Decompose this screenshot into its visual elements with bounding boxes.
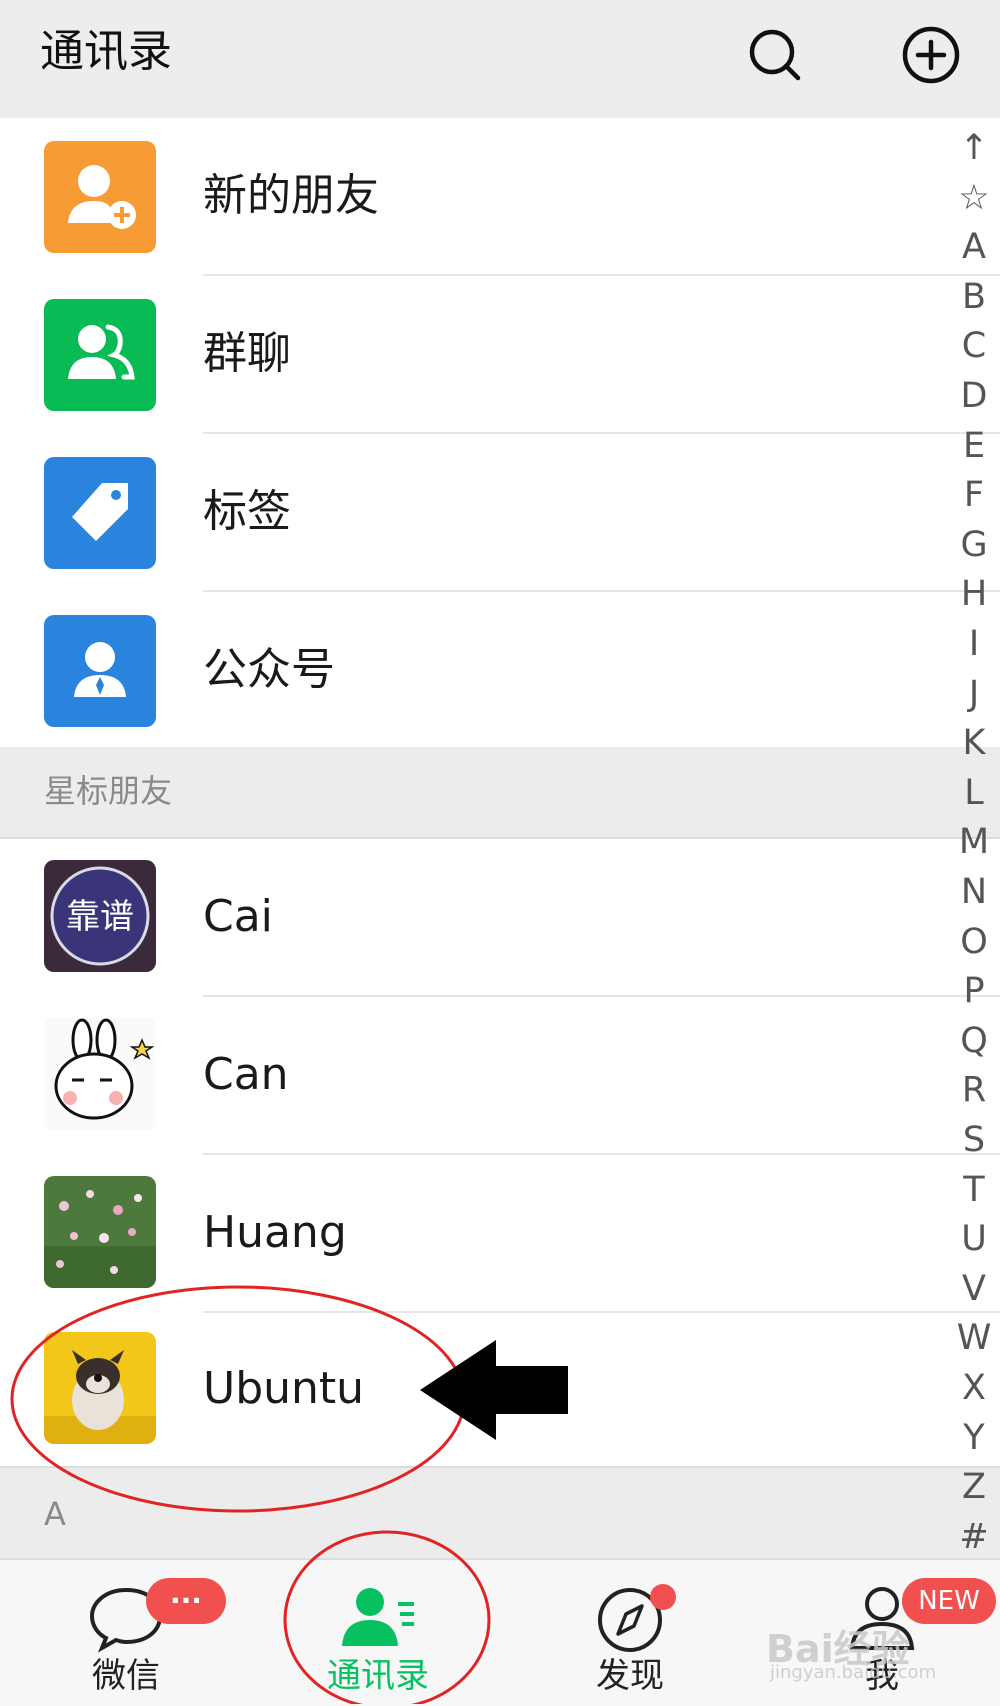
official-account-icon [44,615,156,727]
index-letter[interactable]: ☆ [954,178,994,218]
index-letter[interactable]: # [954,1517,994,1557]
discover-dot [650,1584,676,1610]
index-letter[interactable]: I [954,624,994,664]
avatar-huang [44,1176,156,1288]
index-letter[interactable]: T [954,1170,994,1210]
tab-label: 通讯录 [327,1656,429,1696]
watermark-url: jingyan.baidu.com [770,1662,937,1683]
index-letter[interactable]: F [954,475,994,515]
plus-circle-icon [902,26,960,84]
index-letter[interactable]: G [954,525,994,565]
contact-row-can[interactable]: Can [0,997,1000,1155]
index-letter[interactable]: Z [954,1467,994,1507]
me-new-badge: NEW [902,1578,996,1624]
section-header-a: A [0,1466,1000,1560]
index-letter[interactable]: H [954,574,994,614]
index-letter[interactable]: W [954,1318,994,1358]
contact-name: Cai [203,891,273,942]
contact-name: Ubuntu [203,1363,365,1414]
tag-icon [44,457,156,569]
index-letter[interactable]: E [954,426,994,466]
section-title: A [44,1495,66,1533]
menu-label: 公众号 [203,644,335,695]
index-letter[interactable]: P [954,971,994,1011]
index-letter[interactable]: J [954,674,994,714]
add-button[interactable] [896,20,966,90]
index-letter[interactable]: U [954,1219,994,1259]
contact-name: Huang [203,1207,347,1258]
menu-tags[interactable]: 标签 [0,434,1000,592]
index-letter[interactable]: X [954,1368,994,1408]
page-title: 通讯录 [40,26,172,77]
contact-row-cai[interactable]: 靠谱 Cai [0,839,1000,997]
index-letter[interactable]: B [954,277,994,317]
section-title: 星标朋友 [44,772,173,810]
menu-new-friends[interactable]: 新的朋友 [0,118,1000,276]
top-header: 通讯录 [0,0,1000,118]
menu-label: 标签 [203,486,291,537]
index-letter[interactable]: D [954,376,994,416]
index-letter[interactable]: C [954,326,994,366]
section-header-starred: 星标朋友 [0,747,1000,839]
index-letter[interactable]: S [954,1120,994,1160]
contact-row-ubuntu[interactable]: Ubuntu [0,1313,1000,1466]
chat-unread-badge: ··· [146,1578,226,1624]
avatar-cai-text: 靠谱 [66,897,134,937]
index-letter[interactable]: V [954,1269,994,1309]
menu-label: 新的朋友 [203,170,379,221]
tab-label: 微信 [92,1656,160,1696]
index-letter[interactable]: R [954,1070,994,1110]
index-letter[interactable]: M [954,822,994,862]
index-letter[interactable]: Y [954,1418,994,1458]
add-friend-icon [44,141,156,253]
menu-label: 群聊 [203,328,291,379]
tab-discover[interactable]: 发现 [550,1560,710,1706]
contact-row-huang[interactable]: Huang [0,1155,1000,1313]
index-letter[interactable]: A [954,227,994,267]
index-letter[interactable]: Q [954,1021,994,1061]
alphabet-index[interactable]: ↑ ☆ A B C D E F G H I J K L M N O P Q R S T U V W X Y Z # [950,118,1000,1558]
menu-official-accounts[interactable]: 公众号 [0,592,1000,747]
index-letter[interactable]: O [954,922,994,962]
index-letter[interactable]: ↑ [954,128,994,168]
index-letter[interactable]: N [954,872,994,912]
index-letter[interactable]: L [954,773,994,813]
search-icon [749,29,801,81]
avatar-can [44,1018,156,1130]
avatar-cai: 靠谱 [44,860,156,972]
search-button[interactable] [740,20,810,90]
index-letter[interactable]: K [954,723,994,763]
menu-group-chats[interactable]: 群聊 [0,276,1000,434]
group-icon [44,299,156,411]
contacts-icon [338,1582,418,1654]
avatar-ubuntu [44,1332,156,1444]
tab-contacts[interactable]: 通讯录 [298,1560,458,1706]
tab-label: 发现 [596,1656,664,1696]
contact-name: Can [203,1049,289,1100]
